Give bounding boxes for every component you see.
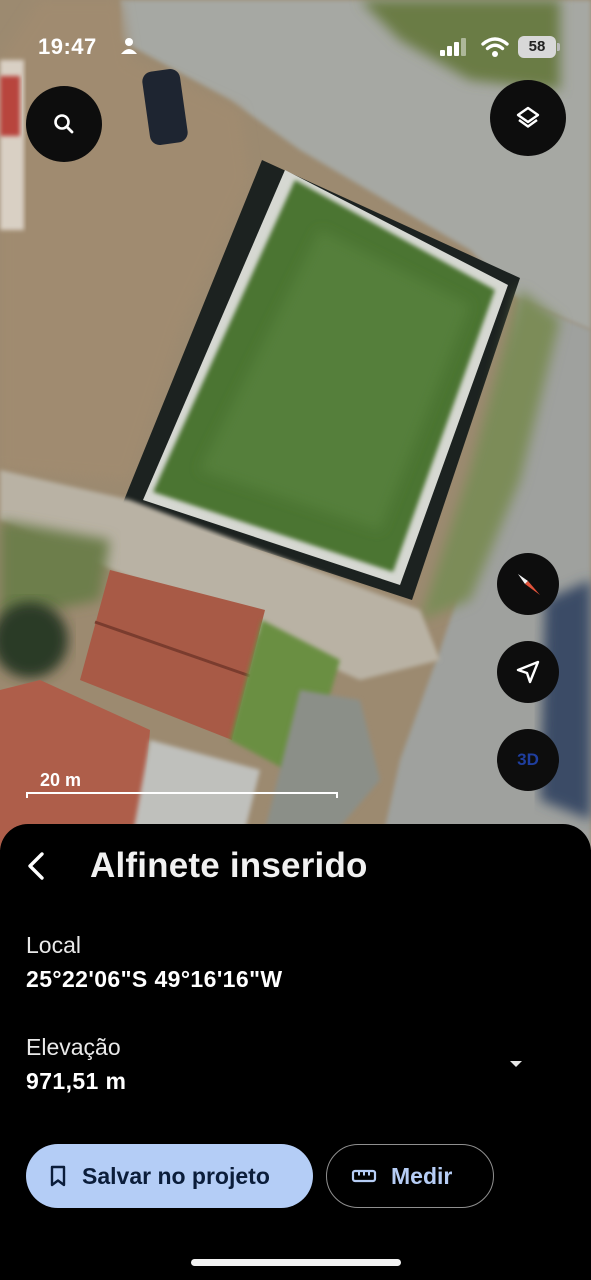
scale-label: 20 m xyxy=(40,770,82,790)
person-icon xyxy=(121,38,137,54)
compass-icon xyxy=(518,574,540,595)
location-coordinates: 25°22'06"S 49°16'16"W xyxy=(26,966,283,992)
compass-button[interactable] xyxy=(497,553,559,615)
search-icon xyxy=(54,114,74,134)
location-label: Local xyxy=(26,932,81,958)
save-to-project-label: Salvar no projeto xyxy=(82,1162,270,1189)
battery-indicator: 58 xyxy=(518,36,560,58)
navigation-arrow-icon xyxy=(516,660,540,684)
bookmark-icon xyxy=(50,1165,66,1187)
sheet-title: Alfinete inserido xyxy=(90,846,368,885)
layers-icon xyxy=(516,106,540,128)
search-button[interactable] xyxy=(26,86,102,162)
save-to-project-button[interactable]: Salvar no projeto xyxy=(26,1144,313,1208)
chevron-left-icon[interactable] xyxy=(20,846,52,886)
map-scale-bar: 20 m xyxy=(26,770,340,800)
cellular-signal-icon xyxy=(440,38,466,56)
ruler-icon xyxy=(351,1169,377,1183)
elevation-value: 971,51 m xyxy=(26,1068,127,1094)
elevation-label: Elevação xyxy=(26,1034,121,1060)
status-bar: 19:47 58 xyxy=(0,0,591,90)
status-time: 19:47 xyxy=(38,34,97,59)
wifi-icon xyxy=(481,37,509,57)
caret-down-icon[interactable] xyxy=(505,1056,527,1072)
measure-label: Medir xyxy=(391,1162,453,1189)
home-indicator[interactable] xyxy=(191,1259,401,1266)
3d-toggle-button[interactable]: 3D xyxy=(497,729,559,791)
layers-button[interactable] xyxy=(490,80,566,156)
measure-button[interactable]: Medir xyxy=(326,1144,494,1208)
satellite-map[interactable]: 19:47 58 3D 20 m xyxy=(0,0,591,850)
scale-line xyxy=(26,792,338,798)
my-location-button[interactable] xyxy=(497,641,559,703)
pin-details-sheet: Alfinete inserido Local 25°22'06"S 49°16… xyxy=(0,824,591,1280)
